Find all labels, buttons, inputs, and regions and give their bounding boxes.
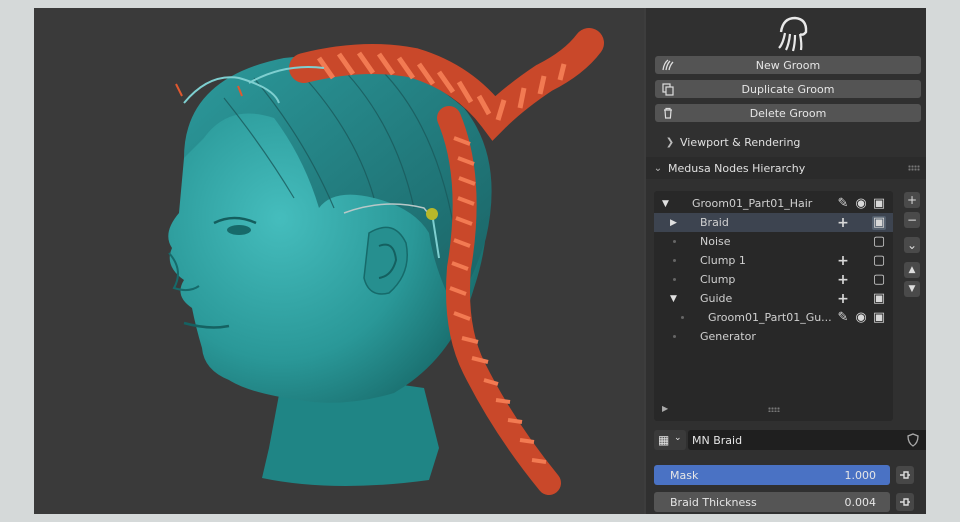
move-up-button[interactable]: ▲ [904, 262, 920, 278]
head-model [168, 28, 604, 495]
node-tree-icon: ▦ [658, 433, 670, 447]
tree-item-braid[interactable]: ▶ Braid + ▣ [654, 213, 893, 232]
properties-panel: New Groom Duplicate Groom Delete Groom ❯… [646, 8, 926, 514]
plus-icon[interactable]: + [836, 254, 850, 268]
resize-grip-icon[interactable] [768, 407, 780, 412]
hierarchy-section-header[interactable]: ⌄ Medusa Nodes Hierarchy [646, 157, 926, 179]
monitor-icon[interactable]: ▢ [872, 253, 886, 268]
plug-icon [900, 471, 910, 479]
tree-item-label: Generator [700, 330, 756, 343]
node-name-field[interactable]: MN Braid [688, 430, 926, 450]
new-groom-button[interactable]: New Groom [655, 56, 921, 74]
tree-item-clump[interactable]: Clump + ▢ [654, 270, 893, 289]
chevron-down-icon: ⌄ [674, 433, 682, 443]
node-type-dropdown[interactable]: ▦ ⌄ [654, 430, 686, 450]
monitor-icon[interactable]: ▢ [872, 272, 886, 287]
eyedropper-icon[interactable]: ✎ [836, 310, 850, 325]
drag-grip-icon[interactable] [908, 165, 920, 171]
tree-item-label: Groom01_Part01_Gu... [708, 311, 832, 324]
bullet-icon [681, 316, 684, 319]
tree-item-label: Groom01_Part01_Hair [692, 197, 813, 210]
eye-icon[interactable]: ◉ [854, 196, 868, 211]
plug-icon [900, 498, 910, 506]
mask-value: 1.000 [844, 468, 877, 482]
move-down-button[interactable]: ▼ [904, 281, 920, 297]
tree-item-groom-hair[interactable]: ▼ Groom01_Part01_Hair ✎ ◉ ▣ [654, 194, 893, 213]
viewport-rendering-label: Viewport & Rendering [680, 135, 801, 149]
tree-item-clump-1[interactable]: Clump 1 + ▢ [654, 251, 893, 270]
chevron-down-icon: ⌄ [653, 162, 663, 174]
render-icon[interactable]: ▣ [872, 310, 886, 325]
render-icon[interactable]: ▣ [872, 291, 886, 306]
braid-thickness-field[interactable]: Braid Thickness 0.004 [654, 492, 890, 512]
app-frame: New Groom Duplicate Groom Delete Groom ❯… [34, 8, 926, 514]
triangle-right-icon[interactable]: ▶ [670, 218, 677, 228]
thickness-driver-button[interactable] [896, 493, 914, 511]
bullet-icon [673, 278, 676, 281]
comb-icon [662, 59, 674, 71]
viewport-rendering-section[interactable]: ❯ Viewport & Rendering [646, 131, 926, 153]
plus-icon[interactable]: + [836, 216, 850, 230]
3d-viewport[interactable] [34, 8, 644, 514]
tree-item-label: Noise [700, 235, 731, 248]
node-name-value: MN Braid [692, 433, 743, 447]
thickness-value: 0.004 [844, 495, 877, 509]
delete-groom-label: Delete Groom [749, 106, 827, 120]
tree-item-label: Clump [700, 273, 736, 286]
mask-slider[interactable]: Mask 1.000 [654, 465, 890, 485]
remove-node-button[interactable]: − [904, 212, 920, 228]
bullet-icon [673, 240, 676, 243]
eyedropper-icon[interactable]: ✎ [836, 196, 850, 211]
duplicate-groom-label: Duplicate Groom [741, 82, 835, 96]
duplicate-groom-button[interactable]: Duplicate Groom [655, 80, 921, 98]
mask-label: Mask [670, 468, 699, 482]
triangle-down-icon[interactable]: ▼ [662, 199, 669, 209]
bullet-icon [673, 335, 676, 338]
tree-footer: ▶ [654, 399, 893, 421]
add-node-button[interactable]: + [904, 192, 920, 208]
triangle-down-icon[interactable]: ▼ [670, 294, 677, 304]
render-icon[interactable]: ▣ [872, 196, 886, 211]
tree-item-noise[interactable]: Noise ▢ [654, 232, 893, 251]
monitor-icon[interactable]: ▢ [872, 234, 886, 249]
fake-user-shield-icon[interactable] [904, 431, 922, 449]
triangle-right-icon[interactable]: ▶ [662, 404, 668, 413]
plus-icon[interactable]: + [836, 292, 850, 306]
duplicate-icon [662, 83, 674, 96]
bullet-icon [673, 259, 676, 262]
new-groom-label: New Groom [755, 58, 821, 72]
specials-menu-button[interactable]: ⌄ [904, 237, 920, 253]
tree-item-generator[interactable]: Generator [654, 327, 893, 346]
chevron-right-icon: ❯ [665, 136, 675, 148]
medusa-logo-icon [778, 16, 808, 52]
plus-icon[interactable]: + [836, 273, 850, 287]
hierarchy-label: Medusa Nodes Hierarchy [668, 161, 806, 175]
delete-groom-button[interactable]: Delete Groom [655, 104, 921, 122]
trash-icon [664, 107, 672, 119]
tree-item-guide-curve[interactable]: Groom01_Part01_Gu... ✎ ◉ ▣ [654, 308, 893, 327]
tree-item-label: Braid [700, 216, 729, 229]
tree-item-label: Guide [700, 292, 733, 305]
node-hierarchy-tree[interactable]: ▼ Groom01_Part01_Hair ✎ ◉ ▣ ▶ Braid + ▣ … [654, 191, 893, 421]
thickness-label: Braid Thickness [670, 495, 757, 509]
tree-item-guide[interactable]: ▼ Guide + ▣ [654, 289, 893, 308]
eye-icon[interactable]: ◉ [854, 310, 868, 325]
monitor-icon[interactable]: ▣ [872, 215, 886, 230]
mask-driver-button[interactable] [896, 466, 914, 484]
tree-item-label: Clump 1 [700, 254, 746, 267]
